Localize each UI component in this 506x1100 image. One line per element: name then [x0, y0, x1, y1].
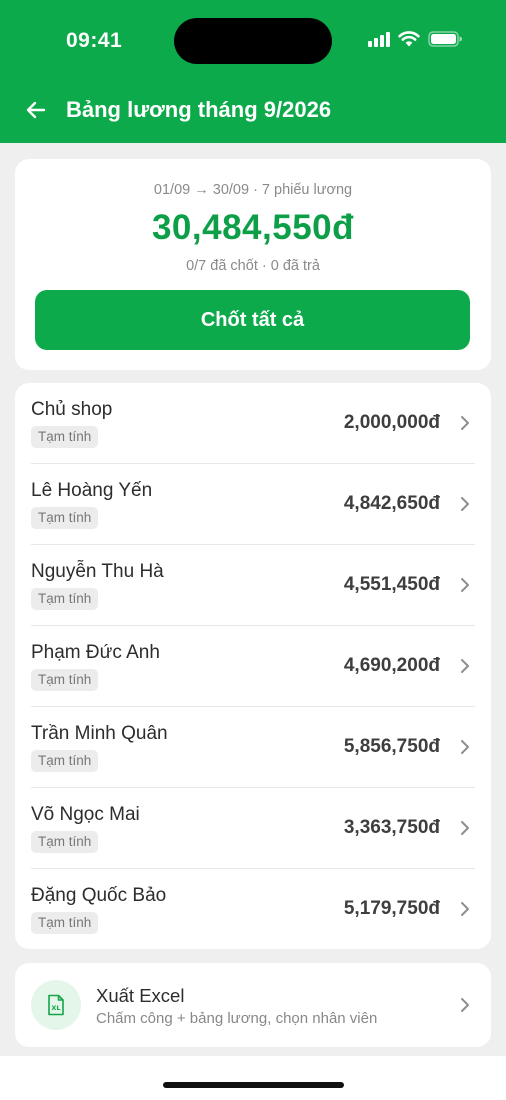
cellular-signal-icon	[368, 31, 390, 47]
employee-name: Phạm Đức Anh	[31, 642, 160, 663]
home-bar-area	[0, 1056, 506, 1100]
payslip-amount: 4,551,450đ	[343, 574, 440, 595]
status-time: 09:41	[66, 29, 123, 52]
status-badge: Tạm tính	[31, 831, 99, 853]
confirm-all-button[interactable]: Chốt tất cả	[35, 290, 470, 350]
payslip-list: Chủ shop Tạm tính 2,000,000đ Lê Hoàng Yế…	[15, 383, 491, 949]
wifi-icon	[398, 31, 420, 47]
employee-name: Lê Hoàng Yến	[31, 480, 153, 501]
chevron-right-icon	[461, 821, 469, 835]
employee-name: Đặng Quốc Bảo	[31, 885, 167, 906]
page-title: Bảng lương tháng 9/2026	[66, 97, 332, 122]
export-title: Xuất Excel	[96, 985, 185, 1006]
status-badge: Tạm tính	[31, 750, 99, 772]
payslip-row[interactable]: Phạm Đức Anh Tạm tính 4,690,200đ	[15, 626, 491, 707]
payslip-amount: 4,690,200đ	[343, 655, 440, 676]
dynamic-island	[174, 18, 332, 64]
excel-file-icon: XL	[31, 980, 81, 1030]
payslip-row[interactable]: Võ Ngọc Mai Tạm tính 3,363,750đ	[15, 788, 491, 869]
status-badge: Tạm tính	[31, 669, 99, 691]
app-header: 09:41 Bảng lương tháng 9/2026	[0, 0, 506, 143]
chevron-right-icon	[461, 659, 469, 673]
status-badge: Tạm tính	[31, 912, 99, 934]
payroll-summary-card: 01/09 → 30/09 · 7 phiếu lương 30,484,550…	[15, 159, 491, 370]
back-arrow-icon[interactable]	[24, 98, 48, 122]
home-indicator[interactable]	[163, 1082, 344, 1088]
pay-period-range: 01/09 → 30/09 · 7 phiếu lương	[153, 182, 353, 198]
status-badge: Tạm tính	[31, 588, 99, 610]
employee-name: Võ Ngọc Mai	[31, 804, 140, 825]
payslip-row[interactable]: Lê Hoàng Yến Tạm tính 4,842,650đ	[15, 464, 491, 545]
employee-name: Nguyễn Thu Hà	[31, 561, 164, 582]
payslip-amount: 3,363,750đ	[343, 817, 440, 838]
chevron-right-icon	[461, 902, 469, 916]
status-badge: Tạm tính	[31, 426, 99, 448]
payslip-row[interactable]: Đặng Quốc Bảo Tạm tính 5,179,750đ	[15, 869, 491, 950]
battery-icon	[428, 31, 462, 47]
payslip-amount: 2,000,000đ	[343, 412, 440, 433]
chevron-right-icon	[461, 497, 469, 511]
employee-name: Chủ shop	[31, 399, 113, 420]
payslip-amount: 4,842,650đ	[343, 493, 440, 514]
status-badge: Tạm tính	[31, 507, 99, 529]
export-excel-button[interactable]: XL Xuất Excel Chấm công + bảng lương, ch…	[15, 963, 491, 1047]
payslip-amount: 5,856,750đ	[343, 736, 440, 757]
confirm-progress: 0/7 đã chốt · 0 đã trả	[186, 258, 320, 274]
payroll-total: 30,484,550đ	[151, 208, 355, 247]
payslip-row[interactable]: Trần Minh Quân Tạm tính 5,856,750đ	[15, 707, 491, 788]
payslip-row[interactable]: Chủ shop Tạm tính 2,000,000đ	[15, 383, 491, 464]
chevron-right-icon	[461, 998, 469, 1012]
export-subtitle: Chấm công + bảng lương, chọn nhân viên	[96, 1010, 378, 1027]
chevron-right-icon	[461, 740, 469, 754]
employee-name: Trần Minh Quân	[31, 723, 168, 744]
status-icons	[368, 31, 462, 47]
chevron-right-icon	[461, 416, 469, 430]
payslip-row[interactable]: Nguyễn Thu Hà Tạm tính 4,551,450đ	[15, 545, 491, 626]
chevron-right-icon	[461, 578, 469, 592]
svg-text:XL: XL	[51, 1004, 60, 1012]
payslip-amount: 5,179,750đ	[343, 898, 440, 919]
